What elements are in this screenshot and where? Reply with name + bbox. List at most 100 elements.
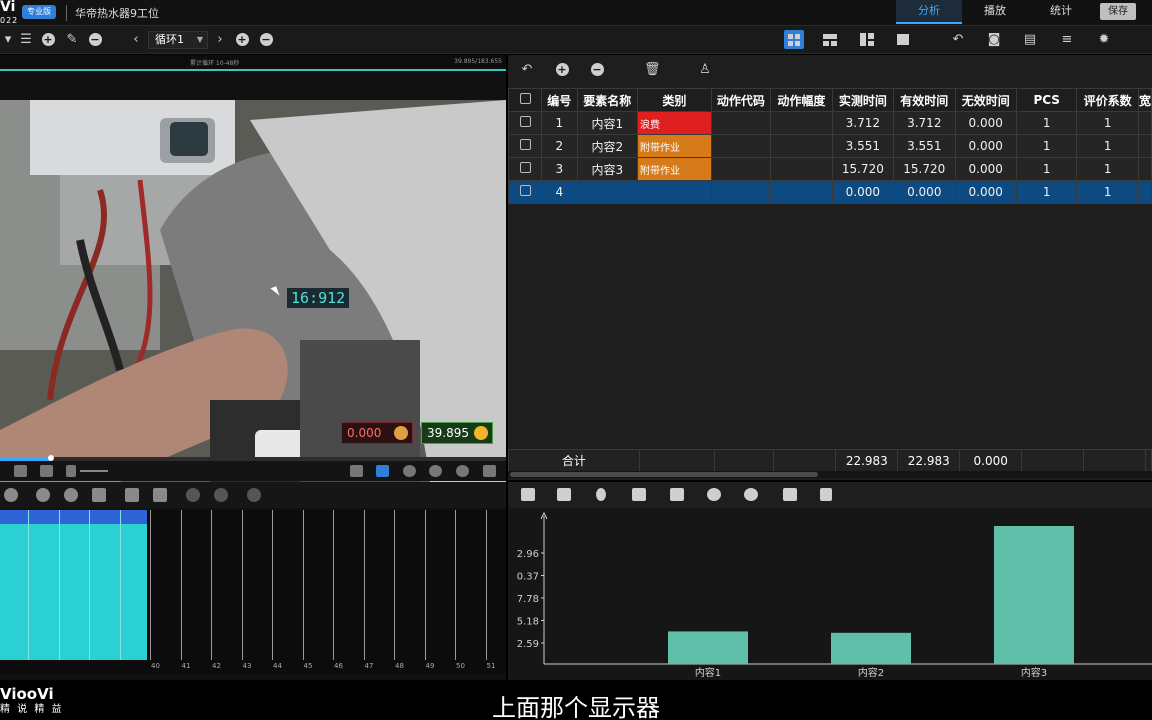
timeline-track[interactable] <box>0 510 506 660</box>
horizontal-scrollbar[interactable] <box>508 471 1152 478</box>
cell-pcs[interactable]: 1 <box>1015 134 1078 158</box>
frame-icon[interactable] <box>14 465 27 477</box>
remove-loop-icon[interactable]: − <box>258 32 274 48</box>
col-header-code[interactable]: 动作代码 <box>710 88 772 112</box>
equalizer-icon[interactable] <box>632 488 646 501</box>
table-row[interactable]: 1 内容1 浪费 3.712 3.712 0.000 1 1 <box>507 111 1152 135</box>
cell-name[interactable]: 内容3 <box>576 157 639 181</box>
volume-slider[interactable] <box>80 470 108 472</box>
trash-icon[interactable]: 🗑 <box>644 63 661 77</box>
layout-split-top-button[interactable] <box>820 30 840 49</box>
add-loop-icon[interactable]: + <box>234 32 250 48</box>
cell-category[interactable]: 浪费 <box>637 111 712 135</box>
video-progress-knob[interactable] <box>47 455 54 461</box>
tab-analysis[interactable]: 分析 <box>896 0 962 24</box>
add-icon[interactable] <box>36 488 50 502</box>
add-icon[interactable]: + <box>40 32 56 48</box>
cell-category[interactable]: 附带作业 <box>637 134 712 158</box>
layout-split-side-button[interactable] <box>857 30 877 49</box>
cell-name[interactable]: 内容2 <box>576 134 639 158</box>
screenshot-icon[interactable] <box>456 465 469 477</box>
col-header-name[interactable]: 要素名称 <box>576 88 639 112</box>
microphone-icon[interactable] <box>596 488 606 501</box>
save-button[interactable]: 保存 <box>1100 3 1136 20</box>
tab-playback[interactable]: 播放 <box>962 0 1028 24</box>
cell-category[interactable]: 附带作业 <box>637 157 712 181</box>
display-icon[interactable] <box>376 465 389 477</box>
cell-code[interactable] <box>710 134 772 158</box>
folder-add-icon[interactable] <box>783 488 797 501</box>
cell-pcs[interactable]: 1 <box>1015 157 1078 181</box>
split-icon[interactable] <box>214 488 228 502</box>
zoom-icon[interactable] <box>4 488 18 502</box>
remove-row-icon[interactable]: − <box>590 63 604 77</box>
close-box-icon[interactable] <box>153 488 167 502</box>
person-icon[interactable]: ♙ <box>698 63 712 77</box>
speed-up-icon[interactable] <box>429 465 442 477</box>
row-checkbox[interactable] <box>507 111 543 135</box>
dropdown-caret-icon[interactable]: ▾ <box>0 32 16 48</box>
col-header-range[interactable]: 动作幅度 <box>770 88 833 112</box>
print-icon[interactable]: ▤ <box>1022 32 1038 48</box>
col-header-measured[interactable]: 实测时间 <box>831 88 895 112</box>
remove-icon[interactable]: − <box>87 32 103 48</box>
remove-icon[interactable] <box>64 488 78 502</box>
row-checkbox[interactable] <box>507 134 543 158</box>
donut-chart-icon[interactable] <box>744 488 758 501</box>
camera-icon[interactable]: ◙ <box>986 32 1002 48</box>
cell-name[interactable]: 内容1 <box>576 111 639 135</box>
add-row-icon[interactable]: + <box>555 63 569 77</box>
gear-icon[interactable]: ✹ <box>1096 32 1112 48</box>
cell-category[interactable] <box>637 180 712 204</box>
minus-box-icon[interactable] <box>125 488 139 502</box>
col-header-effective[interactable]: 有效时间 <box>893 88 956 112</box>
export-icon[interactable] <box>350 465 363 477</box>
camera-icon[interactable] <box>483 465 496 477</box>
cell-factor[interactable]: 1 <box>1076 134 1139 158</box>
select-all-checkbox[interactable] <box>507 88 543 112</box>
cell-factor[interactable]: 1 <box>1076 111 1139 135</box>
rewind-icon[interactable] <box>40 465 53 477</box>
prev-loop-icon[interactable]: ‹ <box>128 32 144 48</box>
layout-single-button[interactable] <box>893 30 913 49</box>
row-checkbox[interactable] <box>507 180 543 204</box>
undo-icon[interactable]: ↶ <box>950 32 966 48</box>
table-row[interactable]: 3 内容3 附带作业 15.720 15.720 0.000 1 1 <box>507 157 1152 181</box>
list-icon[interactable]: ☰ <box>18 32 34 48</box>
comment-icon[interactable] <box>521 488 535 501</box>
row-checkbox[interactable] <box>507 157 543 181</box>
camera-icon[interactable] <box>557 488 571 501</box>
cell-range[interactable] <box>770 180 833 204</box>
col-header-factor[interactable]: 评价系数 <box>1076 88 1139 112</box>
pie-chart-icon[interactable] <box>707 488 721 501</box>
cell-code[interactable] <box>710 180 772 204</box>
cell-range[interactable] <box>770 134 833 158</box>
pen-icon[interactable] <box>820 488 832 501</box>
cell-factor[interactable]: 1 <box>1076 180 1139 204</box>
col-header-pcs[interactable]: PCS <box>1015 88 1078 112</box>
cell-pcs[interactable]: 1 <box>1015 180 1078 204</box>
next-loop-icon[interactable]: › <box>212 32 228 48</box>
scrollbar-thumb[interactable] <box>510 472 818 477</box>
cell-range[interactable] <box>770 111 833 135</box>
cell-range[interactable] <box>770 157 833 181</box>
warning-icon[interactable] <box>247 488 261 502</box>
col-header-invalid[interactable]: 无效时间 <box>954 88 1017 112</box>
tab-statistics[interactable]: 统计 <box>1028 0 1094 24</box>
layout-grid-button[interactable] <box>784 30 804 49</box>
col-header-no[interactable]: 编号 <box>541 88 578 112</box>
cell-name[interactable] <box>576 180 639 204</box>
speed-down-icon[interactable] <box>403 465 416 477</box>
timeline-segment[interactable] <box>0 510 147 660</box>
person-icon[interactable] <box>186 488 200 502</box>
bar-chart-icon[interactable] <box>670 488 684 501</box>
cell-pcs[interactable]: 1 <box>1015 111 1078 135</box>
cell-code[interactable] <box>710 111 772 135</box>
loop-select[interactable]: 循环1 ▼ <box>148 31 208 49</box>
cell-code[interactable] <box>710 157 772 181</box>
col-header-truncated[interactable]: 宽 <box>1137 88 1152 112</box>
table-row[interactable]: 2 内容2 附带作业 3.551 3.551 0.000 1 1 <box>507 134 1152 158</box>
edit-icon[interactable]: ✎ <box>64 32 80 48</box>
menu-icon[interactable]: ≡ <box>1059 32 1075 48</box>
video-progress-bar[interactable] <box>0 455 506 461</box>
